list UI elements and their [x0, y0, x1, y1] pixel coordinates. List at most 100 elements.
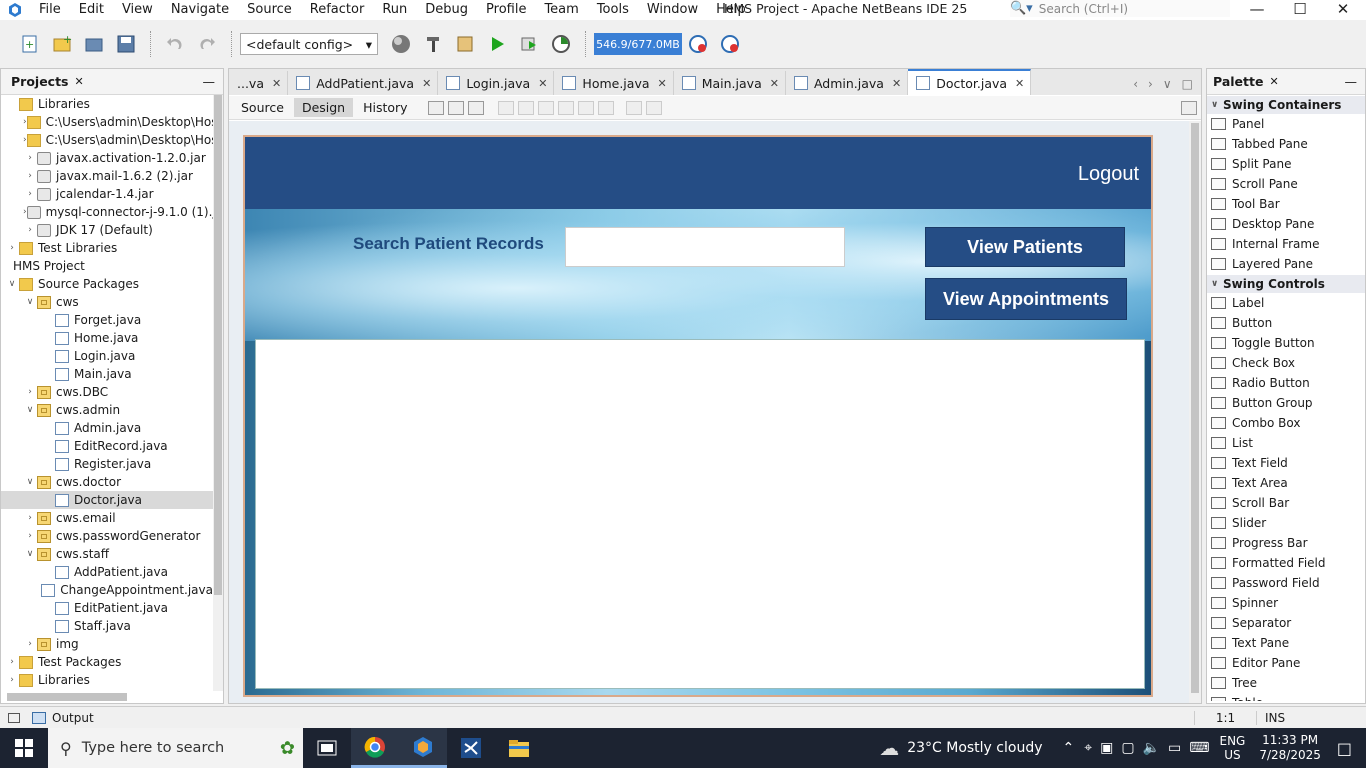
save-all-icon[interactable]: [113, 31, 139, 57]
tree-node[interactable]: › javax.activation-1.2.0.jar: [1, 149, 213, 167]
design-vertical-scrollbar[interactable]: [1189, 121, 1201, 703]
view-appointments-button[interactable]: View Appointments: [925, 278, 1127, 320]
view-patients-button[interactable]: View Patients: [925, 227, 1125, 267]
language-indicator[interactable]: ENG US: [1219, 734, 1245, 762]
tree-node[interactable]: Libraries: [1, 95, 213, 113]
collapse-icon[interactable]: ∨: [1211, 100, 1223, 110]
clean-build-hammer-icon[interactable]: [420, 31, 446, 57]
scroll-thumb[interactable]: [1191, 123, 1199, 693]
taskbar-search[interactable]: ⚲ Type here to search ✿: [48, 728, 303, 768]
collapse-icon[interactable]: ∨: [5, 279, 19, 289]
palette-item[interactable]: Separator: [1207, 613, 1365, 633]
palette-item[interactable]: Tabbed Pane: [1207, 134, 1365, 154]
palette-item[interactable]: Radio Button: [1207, 373, 1365, 393]
collapse-icon[interactable]: ∨: [23, 297, 37, 307]
tree-node[interactable]: Main.java: [1, 365, 213, 383]
tree-node[interactable]: › mysql-connector-j-9.1.0 (1).jar: [1, 203, 213, 221]
tree-node[interactable]: EditRecord.java: [1, 437, 213, 455]
minimize-button[interactable]: —: [1237, 0, 1277, 18]
tree-node[interactable]: ∨ cws: [1, 293, 213, 311]
palette-item[interactable]: Editor Pane: [1207, 653, 1365, 673]
collapse-icon[interactable]: ∨: [23, 549, 37, 559]
expand-icon[interactable]: ›: [23, 531, 37, 541]
output-window-icon[interactable]: [32, 711, 46, 724]
menu-view[interactable]: View: [113, 0, 162, 20]
tree-node[interactable]: › Libraries: [1, 671, 213, 689]
close-icon[interactable]: ✕: [75, 75, 84, 88]
gc-stop-icon[interactable]: [717, 31, 743, 57]
notification-icon[interactable]: □: [1337, 739, 1352, 758]
camera-icon[interactable]: ▣: [1100, 740, 1113, 756]
resize-vertical-icon[interactable]: [645, 100, 662, 115]
keyboard-icon[interactable]: ⌨: [1189, 740, 1209, 756]
palette-item[interactable]: Scroll Bar: [1207, 493, 1365, 513]
output-icon[interactable]: [8, 712, 20, 723]
tab-source[interactable]: Source: [233, 98, 292, 117]
collapse-icon[interactable]: ∨: [23, 405, 37, 415]
expand-icon[interactable]: ›: [23, 225, 37, 235]
expand-icon[interactable]: ›: [23, 189, 37, 199]
align-top-icon[interactable]: [557, 100, 574, 115]
file-explorer-icon[interactable]: [495, 728, 543, 768]
tree-node[interactable]: ChangeAppointment.java: [1, 581, 213, 599]
scroll-right-icon[interactable]: ›: [1148, 77, 1153, 91]
tree-node[interactable]: ∨ cws.admin: [1, 401, 213, 419]
expand-icon[interactable]: ›: [23, 513, 37, 523]
expand-icon[interactable]: ›: [23, 153, 37, 163]
palette-item[interactable]: Button Group: [1207, 393, 1365, 413]
preview-design-icon[interactable]: [467, 100, 484, 115]
tree-node[interactable]: › img: [1, 635, 213, 653]
palette-category[interactable]: ∨ Swing Controls: [1207, 275, 1365, 293]
align-bottom-icon[interactable]: [577, 100, 594, 115]
palette-item[interactable]: Panel: [1207, 114, 1365, 134]
menu-refactor[interactable]: Refactor: [301, 0, 374, 20]
tree-node[interactable]: Staff.java: [1, 617, 213, 635]
editor-tab[interactable]: Home.java ✕: [554, 71, 674, 95]
tree-node[interactable]: › C:\Users\admin\Desktop\Hosp: [1, 131, 213, 149]
menu-team[interactable]: Team: [535, 0, 587, 20]
editor-tab[interactable]: Doctor.java ✕: [908, 69, 1032, 95]
minimize-panel-icon[interactable]: —: [1345, 74, 1358, 89]
tree-horizontal-scrollbar[interactable]: [7, 693, 127, 701]
tree-node[interactable]: › jcalendar-1.4.jar: [1, 185, 213, 203]
tree-node[interactable]: ∨ cws.staff: [1, 545, 213, 563]
scroll-thumb[interactable]: [214, 95, 222, 595]
tree-node[interactable]: Forget.java: [1, 311, 213, 329]
tree-node[interactable]: Doctor.java: [1, 491, 213, 509]
build-icon[interactable]: [452, 31, 478, 57]
center-vertical-icon[interactable]: [597, 100, 614, 115]
tree-node[interactable]: Home.java: [1, 329, 213, 347]
palette-item[interactable]: Tree: [1207, 673, 1365, 693]
expand-icon[interactable]: ›: [23, 171, 37, 181]
menu-file[interactable]: File: [30, 0, 70, 20]
align-left-icon[interactable]: [497, 100, 514, 115]
palette-item[interactable]: Combo Box: [1207, 413, 1365, 433]
menu-edit[interactable]: Edit: [70, 0, 113, 20]
close-icon[interactable]: ✕: [1269, 75, 1278, 88]
clock[interactable]: 11:33 PM 7/28/2025: [1259, 733, 1321, 763]
chevron-down-icon[interactable]: ∨: [1163, 77, 1172, 91]
palette-item[interactable]: Scroll Pane: [1207, 174, 1365, 194]
scroll-left-icon[interactable]: ‹: [1133, 77, 1138, 91]
redo-icon[interactable]: [194, 31, 220, 57]
tree-node[interactable]: › JDK 17 (Default): [1, 221, 213, 239]
windows-start-icon[interactable]: [0, 728, 48, 768]
editor-tab[interactable]: Main.java ✕: [674, 71, 786, 95]
palette-item[interactable]: List: [1207, 433, 1365, 453]
selection-mode-icon[interactable]: [427, 100, 444, 115]
align-right-icon[interactable]: [517, 100, 534, 115]
palette-item[interactable]: Text Pane: [1207, 633, 1365, 653]
menu-run[interactable]: Run: [373, 0, 416, 20]
palette-item[interactable]: Internal Frame: [1207, 234, 1365, 254]
tree-node[interactable]: › C:\Users\admin\Desktop\Hosp: [1, 113, 213, 131]
split-window-icon[interactable]: [1181, 100, 1197, 115]
palette-item[interactable]: Text Field: [1207, 453, 1365, 473]
records-table[interactable]: [255, 339, 1145, 689]
tree-node[interactable]: › javax.mail-1.6.2 (2).jar: [1, 167, 213, 185]
tab-design[interactable]: Design: [293, 98, 354, 117]
tree-node[interactable]: Admin.java: [1, 419, 213, 437]
tree-node[interactable]: › cws.passwordGenerator: [1, 527, 213, 545]
editor-tab[interactable]: ...va ✕: [229, 71, 289, 95]
search-box[interactable]: 🔍▾ Search (Ctrl+I): [1010, 0, 1230, 17]
palette-item[interactable]: Button: [1207, 313, 1365, 333]
